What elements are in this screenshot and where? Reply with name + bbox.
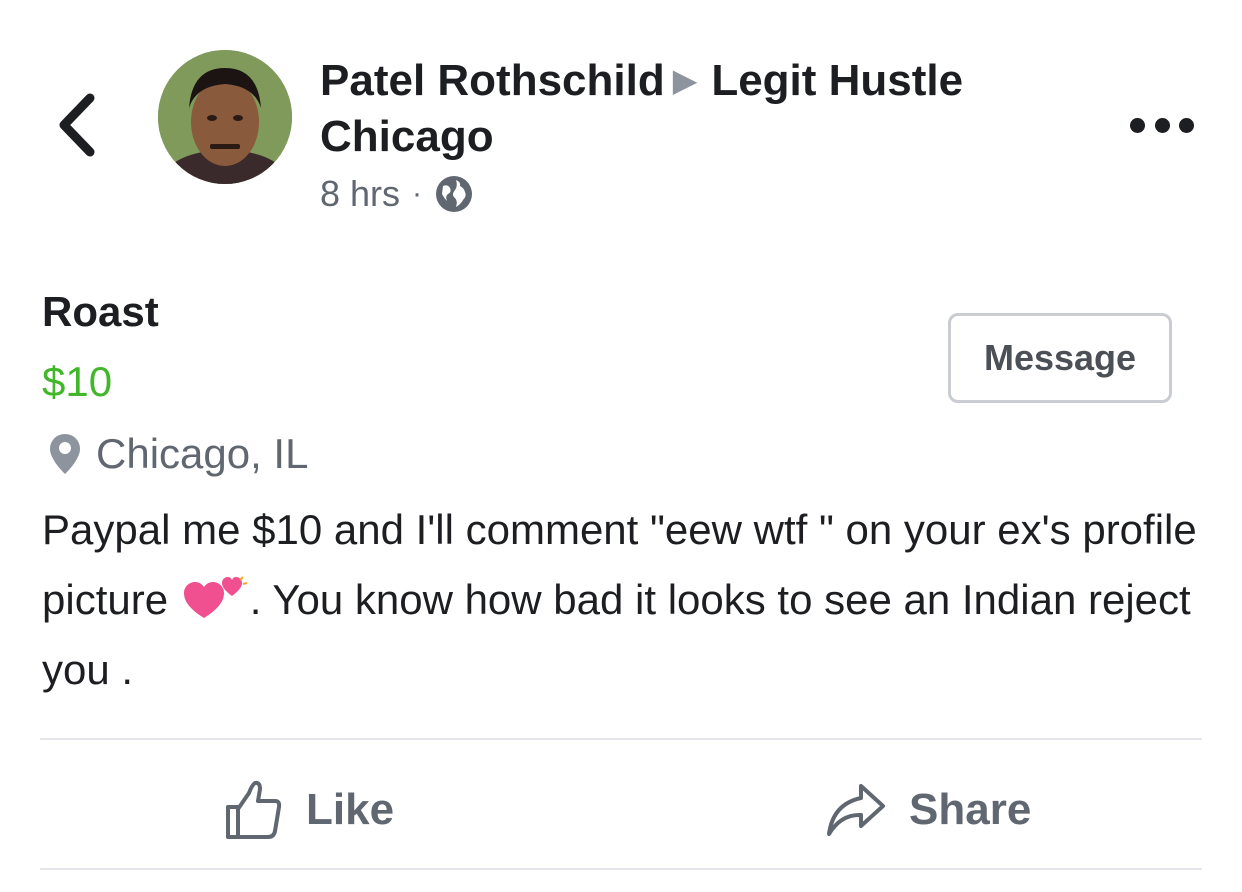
like-label: Like xyxy=(306,785,395,834)
globe-icon xyxy=(436,176,473,212)
back-chevron-icon[interactable] xyxy=(52,92,102,158)
meta-separator: · xyxy=(412,177,423,210)
location-pin-icon xyxy=(50,434,80,474)
like-button[interactable]: Like xyxy=(222,770,394,850)
post-meta: 8 hrs · xyxy=(320,170,474,218)
share-arrow-icon xyxy=(827,784,885,836)
thumbs-up-icon xyxy=(226,780,282,839)
listing-description: Paypal me $10 and I'll comment "eew wtf … xyxy=(42,495,1202,705)
author-name-link[interactable]: Patel Rothschild xyxy=(320,56,665,105)
divider-bottom xyxy=(40,868,1202,870)
listing-title: Roast xyxy=(42,288,159,335)
divider-top xyxy=(40,738,1202,740)
more-options-icon[interactable] xyxy=(1130,110,1194,140)
share-button[interactable]: Share xyxy=(825,770,1031,850)
listing-location: Chicago, IL xyxy=(48,428,308,480)
caret-right-icon: ▶ xyxy=(672,62,698,98)
post-timestamp[interactable]: 8 hrs xyxy=(320,173,400,215)
avatar[interactable] xyxy=(158,50,292,184)
location-text: Chicago, IL xyxy=(96,430,309,477)
two-hearts-emoji-icon xyxy=(183,576,247,618)
listing-price: $10 xyxy=(42,358,113,405)
post-header-title: Patel Rothschild ▶ Legit Hustle Chicago xyxy=(320,52,1080,165)
message-button[interactable]: Message xyxy=(948,313,1172,403)
share-label: Share xyxy=(909,785,1032,834)
